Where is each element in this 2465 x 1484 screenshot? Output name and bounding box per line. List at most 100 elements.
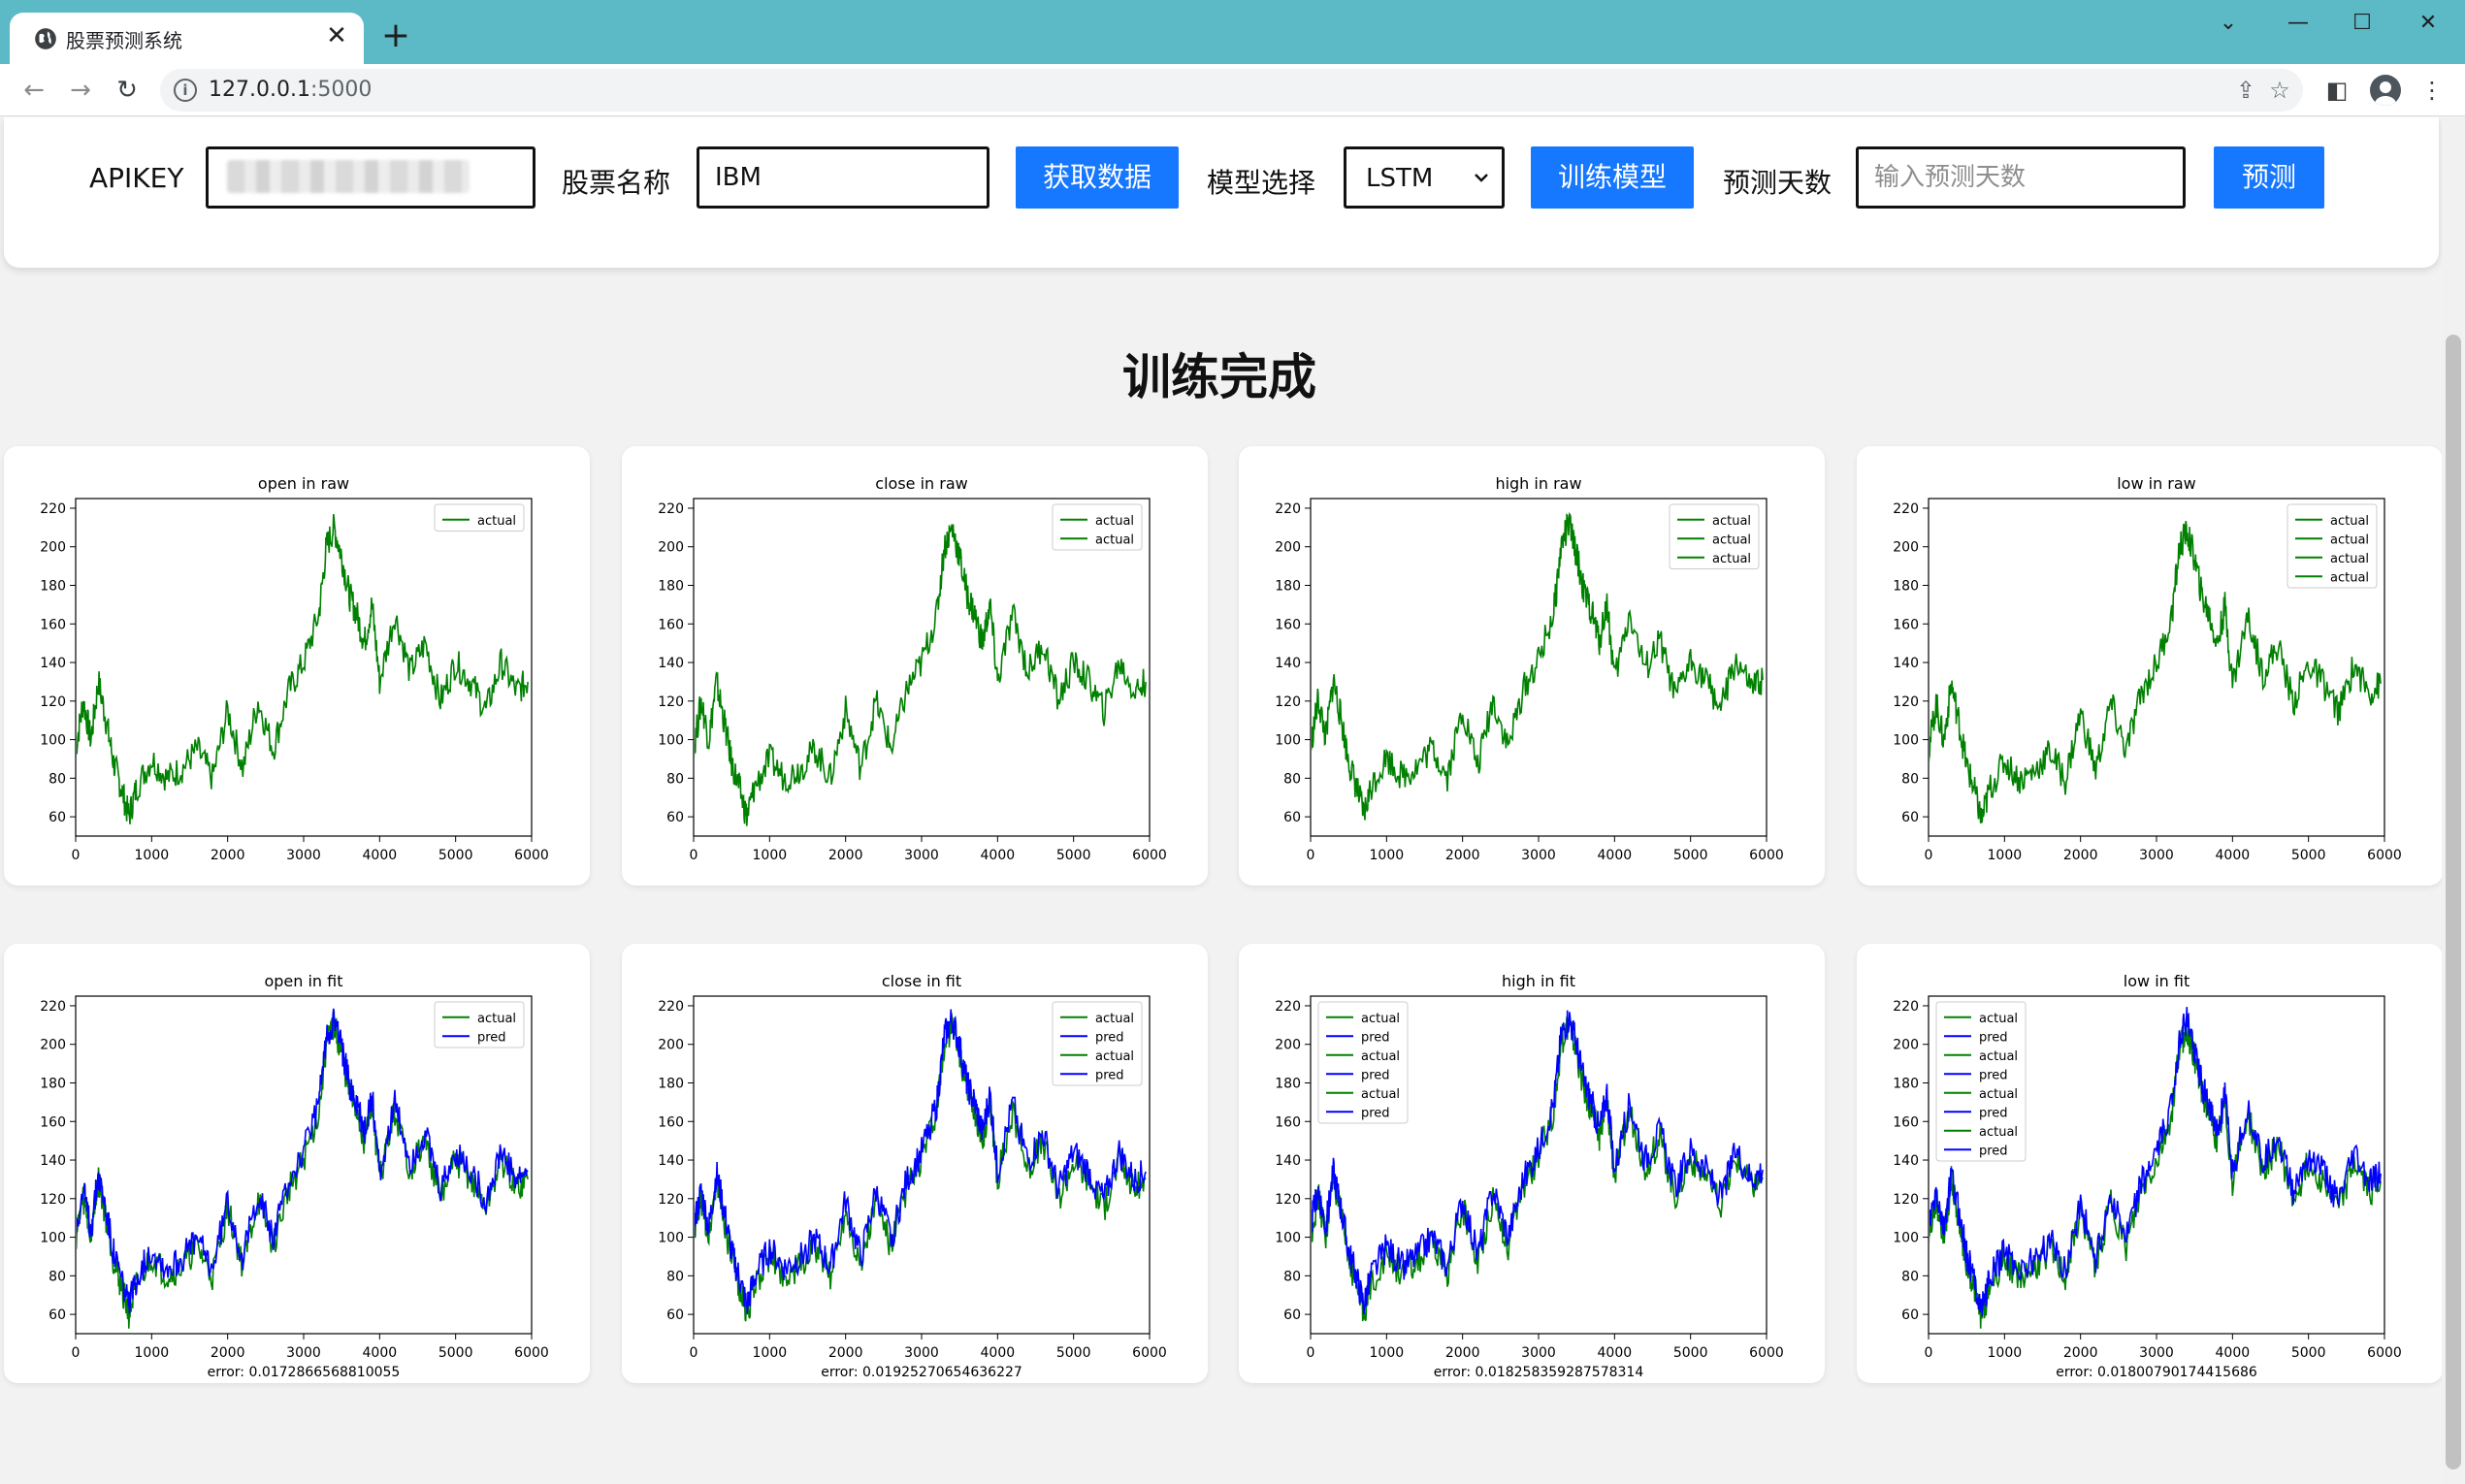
x-tick-label: 5000 <box>1673 848 1708 863</box>
apikey-redacted <box>227 160 470 193</box>
y-tick-label: 220 <box>40 999 66 1015</box>
x-tick-label: 0 <box>72 848 81 863</box>
x-tick-label: 2000 <box>2063 1345 2098 1361</box>
x-tick-label: 5000 <box>438 1345 473 1361</box>
series-line-actual <box>77 1010 529 1329</box>
y-tick-label: 200 <box>40 1038 66 1053</box>
x-tick-label: 1000 <box>753 848 788 863</box>
url-text[interactable]: 127.0.0.1:5000 <box>209 78 372 102</box>
x-tick-label: 1000 <box>753 1345 788 1361</box>
legend-label: pred <box>1361 1030 1390 1045</box>
days-input[interactable] <box>1856 146 2186 209</box>
x-tick-label: 5000 <box>438 848 473 863</box>
y-tick-label: 140 <box>658 656 684 671</box>
chart-card-close-raw: close in raw 0 1000 2000 3000 4000 5000 6000 60 8… <box>622 446 1208 886</box>
days-label: 预测天数 <box>1723 167 1833 199</box>
maximize-icon[interactable]: ☐ <box>2339 6 2385 41</box>
x-tick-label: 3000 <box>286 1345 321 1361</box>
y-tick-label: 200 <box>1893 540 1919 556</box>
forward-icon[interactable]: → <box>62 72 99 109</box>
legend-label: actual <box>1361 1087 1400 1102</box>
profile-avatar-icon[interactable] <box>2370 75 2401 106</box>
chart-title: low in raw <box>2117 474 2196 493</box>
control-panel: APIKEY 股票名称 获取数据 模型选择 LSTM 训练模型 预测天数 预测 <box>4 117 2439 268</box>
page-viewport: APIKEY 股票名称 获取数据 模型选择 LSTM 训练模型 预测天数 预测 … <box>0 117 2465 1484</box>
y-tick-label: 100 <box>1275 1231 1301 1246</box>
y-tick-label: 80 <box>1283 771 1301 787</box>
predict-button[interactable]: 预测 <box>2214 146 2324 209</box>
x-tick-label: 0 <box>690 1345 698 1361</box>
x-tick-label: 4000 <box>981 1345 1016 1361</box>
chart-svg: close in fit 0 1000 2000 3000 4000 5000 6000 60 8… <box>658 972 1167 1380</box>
x-tick-label: 0 <box>1307 848 1315 863</box>
y-tick-label: 140 <box>40 1153 66 1169</box>
sidepanel-icon[interactable]: ◧ <box>2321 75 2352 106</box>
legend-label: pred <box>1095 1030 1124 1045</box>
share-icon[interactable]: ⇪ <box>2231 76 2260 105</box>
info-icon[interactable]: i <box>174 79 197 102</box>
chart-card-low-raw: low in raw 0 1000 2000 3000 4000 5000 6000 60 80 1… <box>1857 446 2443 886</box>
y-tick-label: 180 <box>1893 1076 1919 1091</box>
y-tick-label: 220 <box>1275 501 1301 517</box>
stock-input[interactable] <box>697 146 989 209</box>
new-tab-icon[interactable]: + <box>378 18 413 54</box>
tab-title: 股票预测系统 <box>66 29 182 52</box>
model-select[interactable]: LSTM <box>1344 146 1505 209</box>
chart-card-low-fit: low in fit 0 1000 2000 3000 4000 5000 6000 60 80 1… <box>1857 944 2443 1383</box>
x-tick-label: 3000 <box>1521 848 1556 863</box>
menu-icon[interactable]: ⋮ <box>2416 75 2448 106</box>
star-icon[interactable]: ☆ <box>2265 76 2294 105</box>
y-tick-label: 180 <box>40 578 66 594</box>
address-bar[interactable]: i 127.0.0.1:5000 ⇪ ☆ <box>160 69 2303 112</box>
x-tick-label: 0 <box>1925 1345 1933 1361</box>
legend-label: pred <box>1979 1030 2008 1045</box>
y-tick-label: 200 <box>1275 1038 1301 1053</box>
minimize-icon[interactable]: — <box>2275 6 2321 41</box>
y-tick-label: 160 <box>1893 617 1919 632</box>
legend-label: actual <box>2330 552 2369 566</box>
globe-icon <box>35 28 56 49</box>
x-tick-label: 3000 <box>904 848 939 863</box>
y-tick-label: 100 <box>1893 1231 1919 1246</box>
legend-label: pred <box>1361 1106 1390 1120</box>
x-tick-label: 2000 <box>211 1345 245 1361</box>
reload-icon[interactable]: ↻ <box>109 72 146 109</box>
scrollbar-thumb[interactable] <box>2446 335 2461 1469</box>
y-tick-label: 80 <box>1283 1269 1301 1284</box>
y-tick-label: 100 <box>40 1231 66 1246</box>
y-tick-label: 120 <box>1893 1192 1919 1208</box>
chart-title: open in raw <box>258 474 349 493</box>
close-tab-icon[interactable]: ✕ <box>321 20 352 51</box>
chart-card-high-raw: high in raw 0 1000 2000 3000 4000 5000 6000 60 80… <box>1239 446 1825 886</box>
x-tick-label: 5000 <box>2291 1345 2326 1361</box>
close-window-icon[interactable]: ✕ <box>2405 6 2451 41</box>
browser-tab[interactable]: 股票预测系统 ✕ <box>10 13 364 64</box>
legend-label: actual <box>1712 514 1751 529</box>
chart-svg: low in raw 0 1000 2000 3000 4000 5000 6000 60 80 1… <box>1893 474 2402 863</box>
back-icon[interactable]: ← <box>16 72 52 109</box>
series-line-actual <box>695 524 1147 826</box>
legend-label: actual <box>1095 514 1134 529</box>
y-tick-label: 60 <box>1283 810 1301 825</box>
legend-label: actual <box>1979 1125 2018 1140</box>
y-tick-label: 100 <box>1893 733 1919 749</box>
train-model-button[interactable]: 训练模型 <box>1531 146 1694 209</box>
y-tick-label: 60 <box>1901 810 1919 825</box>
x-tick-label: 1000 <box>1988 1345 2023 1361</box>
y-tick-label: 120 <box>658 694 684 710</box>
y-tick-label: 80 <box>49 1269 66 1284</box>
legend-label: actual <box>1979 1049 2018 1064</box>
error-label: error: 0.01800790174415686 <box>2056 1365 2257 1380</box>
chevron-down-icon[interactable]: ⌄ <box>2205 6 2252 41</box>
x-tick-label: 6000 <box>1132 1345 1167 1361</box>
x-tick-label: 6000 <box>514 848 549 863</box>
y-tick-label: 160 <box>658 617 684 632</box>
y-tick-label: 100 <box>1275 733 1301 749</box>
fetch-data-button[interactable]: 获取数据 <box>1016 146 1179 209</box>
chart-card-close-fit: close in fit 0 1000 2000 3000 4000 5000 6000 60 8… <box>622 944 1208 1383</box>
y-tick-label: 180 <box>1275 1076 1301 1091</box>
y-tick-label: 140 <box>1893 1153 1919 1169</box>
chart-title: open in fit <box>264 972 342 990</box>
x-tick-label: 4000 <box>2216 848 2251 863</box>
page-scrollbar[interactable] <box>2442 117 2465 1484</box>
